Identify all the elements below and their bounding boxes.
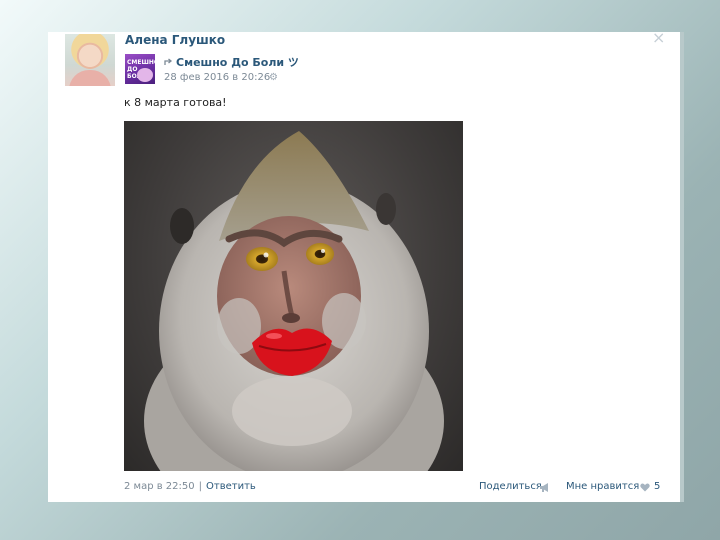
footer-separator: | — [198, 481, 203, 492]
post-date-link[interactable]: 28 фев 2016 в 20:26 — [164, 72, 270, 83]
author-avatar[interactable] — [65, 34, 115, 86]
gear-icon[interactable]: ⚙ — [269, 72, 278, 84]
group-avatar-figure — [137, 68, 153, 82]
post-text: к 8 марта готова! — [124, 96, 227, 109]
like-count: 5 — [654, 481, 661, 492]
avatar-shoulders — [69, 70, 111, 86]
megaphone-icon[interactable] — [539, 482, 551, 493]
post-photo[interactable] — [124, 121, 463, 471]
like-button[interactable]: Мне нравится — [566, 481, 639, 492]
heart-icon[interactable] — [640, 483, 650, 492]
post-footer-meta: 2 мар в 22:50 | Ответить — [124, 481, 256, 492]
close-icon[interactable]: × — [652, 30, 665, 46]
share-button[interactable]: Поделиться — [479, 481, 542, 492]
post-timestamp-link[interactable]: 2 мар в 22:50 — [124, 481, 195, 492]
group-avatar[interactable]: СМЕШНО ДО БОЛИ — [125, 54, 155, 84]
reply-link[interactable]: Ответить — [206, 481, 256, 492]
wall-post-card: Алена Глушко × СМЕШНО ДО БОЛИ Смешно До … — [48, 30, 680, 502]
card-edge-shadow — [680, 32, 684, 502]
group-name-link[interactable]: Смешно До Боли ツ — [176, 54, 299, 70]
monkey-with-red-lips-image — [144, 131, 444, 471]
repost-arrow-icon — [164, 58, 173, 65]
author-name-link[interactable]: Алена Глушко — [125, 33, 225, 47]
